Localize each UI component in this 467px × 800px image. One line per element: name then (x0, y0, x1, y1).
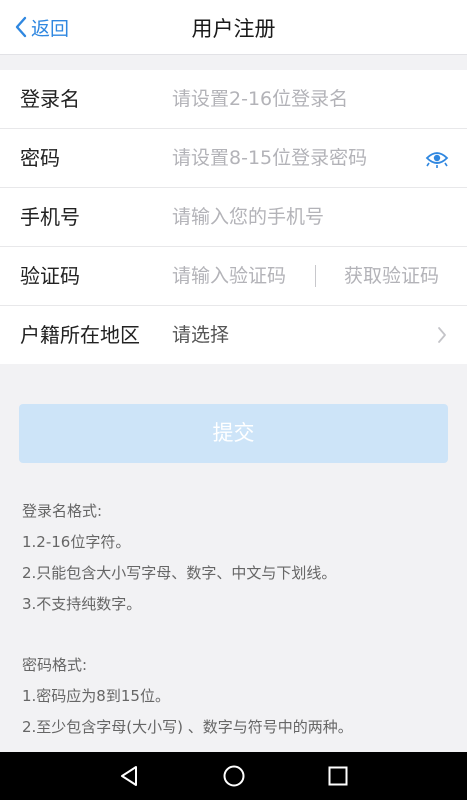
password-format-title: 密码格式: (22, 656, 88, 674)
home-circle-icon[interactable] (222, 764, 246, 788)
login-format-title: 登录名格式: (22, 502, 103, 520)
login-name-input[interactable] (172, 70, 442, 128)
format-notes: 登录名格式: 1.2-16位字符。 2.只能包含大小写字母、数字、中文与下划线。… (22, 496, 452, 743)
eye-icon[interactable] (425, 148, 449, 168)
system-nav-bar (0, 752, 467, 800)
get-code-button[interactable]: 获取验证码 (344, 247, 439, 305)
password-row: 密码 (0, 129, 467, 188)
page-title: 用户注册 (191, 17, 276, 41)
login-format-rule-3: 3.不支持纯数字。 (22, 595, 142, 613)
code-row: 验证码 获取验证码 (0, 247, 467, 306)
phone-row: 手机号 (0, 188, 467, 247)
back-triangle-icon[interactable] (118, 764, 142, 788)
password-format-rule-2: 2.至少包含字母(大小写) 、数字与符号中的两种。 (22, 718, 353, 736)
password-label: 密码 (20, 146, 60, 170)
phone-input[interactable] (172, 188, 442, 246)
password-input[interactable] (172, 129, 412, 187)
password-format-rule-1: 1.密码应为8到15位。 (22, 687, 170, 705)
recents-square-icon[interactable] (326, 764, 350, 788)
submit-button[interactable]: 提交 (19, 404, 448, 463)
region-label: 户籍所在地区 (20, 323, 140, 347)
login-name-label: 登录名 (20, 87, 80, 111)
region-select[interactable]: 请选择 (172, 306, 229, 364)
login-format-rule-1: 1.2-16位字符。 (22, 533, 131, 551)
code-label: 验证码 (20, 264, 80, 288)
code-divider (315, 265, 316, 287)
header-bar: 返回 用户注册 (0, 0, 467, 55)
phone-label: 手机号 (20, 205, 80, 229)
login-name-row: 登录名 (0, 70, 467, 129)
region-row[interactable]: 户籍所在地区 请选择 (0, 306, 467, 364)
login-format-rule-2: 2.只能包含大小写字母、数字、中文与下划线。 (22, 564, 337, 582)
chevron-right-icon (438, 327, 446, 343)
register-form: 登录名 密码 手机号 验证码 获取验证码 户籍所在地区 请选择 (0, 70, 467, 364)
code-input[interactable] (172, 247, 307, 305)
